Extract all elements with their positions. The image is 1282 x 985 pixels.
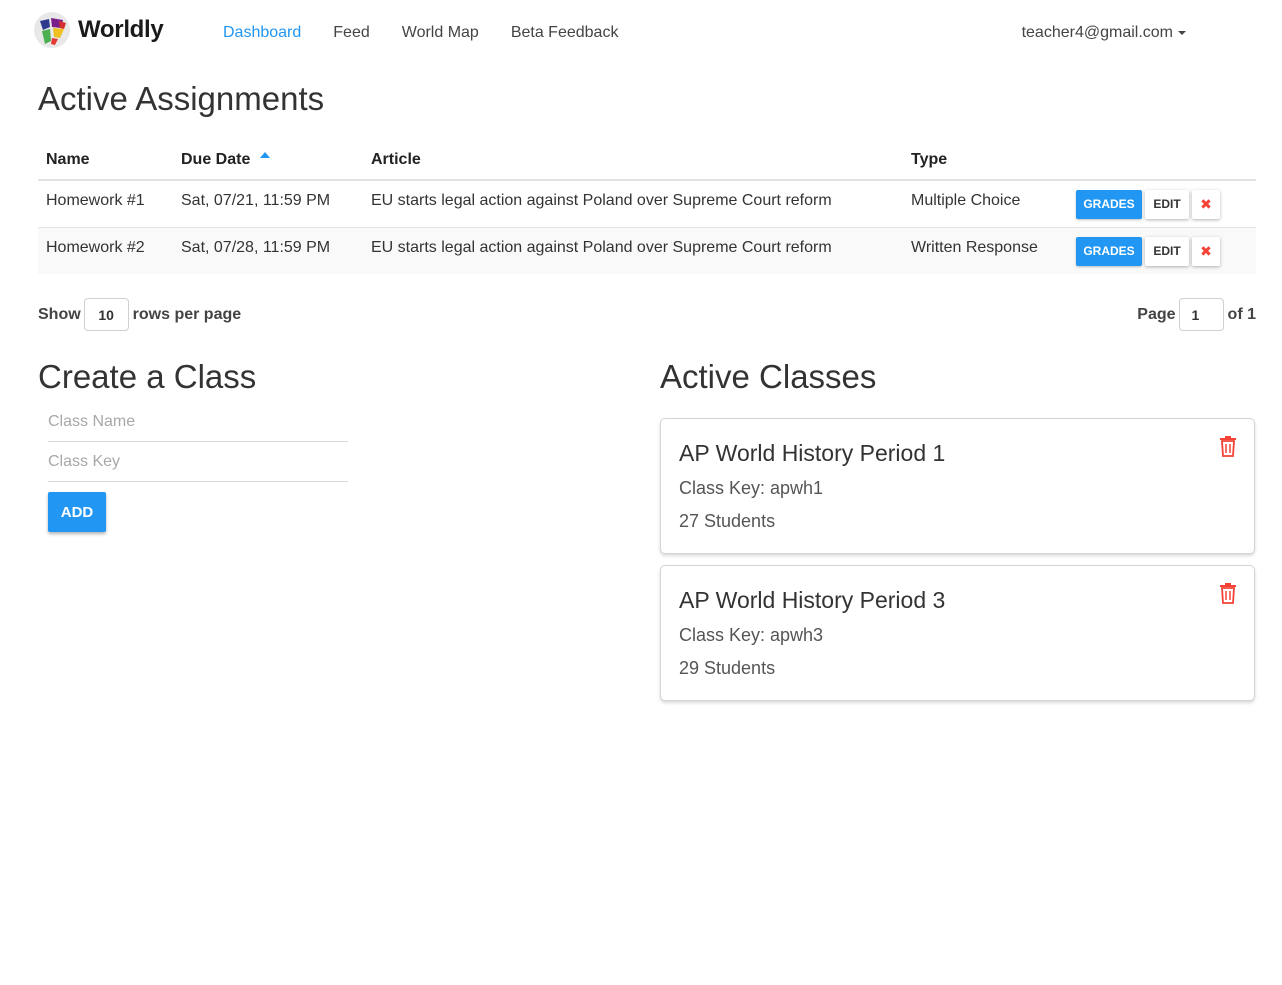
class-key-input[interactable]: Class Key	[48, 445, 348, 482]
table-row: Homework #2 Sat, 07/28, 11:59 PM EU star…	[38, 227, 1256, 274]
row-actions: GRADES EDIT ✖	[1068, 180, 1256, 228]
assignment-due-date: Sat, 07/21, 11:59 PM	[173, 180, 363, 228]
page-total-label: of 1	[1227, 305, 1256, 323]
user-email: teacher4@gmail.com	[1021, 24, 1173, 41]
nav-link-world-map[interactable]: World Map	[386, 22, 495, 44]
brand-home-link[interactable]: Worldly	[33, 11, 164, 49]
delete-assignment-button[interactable]: ✖	[1192, 236, 1220, 266]
column-header-due-date[interactable]: Due Date	[173, 140, 363, 181]
assignment-name: Homework #2	[38, 227, 173, 274]
user-menu[interactable]: teacher4@gmail.com	[1022, 22, 1186, 44]
assignments-table: Name Due Date Article Type Homework #1 S…	[38, 140, 1256, 274]
trash-icon[interactable]	[1218, 582, 1238, 604]
nav-link-dashboard[interactable]: Dashboard	[207, 22, 317, 44]
class-name: AP World History Period 1	[679, 440, 946, 466]
assignment-due-date: Sat, 07/28, 11:59 PM	[173, 227, 363, 274]
sort-ascending-icon	[260, 151, 271, 158]
column-header-article[interactable]: Article	[363, 140, 903, 181]
page-label: Page	[1137, 305, 1176, 323]
row-actions: GRADES EDIT ✖	[1068, 227, 1256, 274]
class-card[interactable]: AP World History Period 3 Class Key: apw…	[660, 565, 1255, 701]
worldly-logo-icon	[34, 12, 70, 48]
assignment-type: Multiple Choice	[903, 180, 1068, 228]
column-header-type[interactable]: Type	[903, 140, 1068, 181]
show-label: Show	[38, 305, 81, 323]
edit-button[interactable]: EDIT	[1145, 190, 1189, 219]
rows-per-page-input[interactable]: 10	[83, 298, 129, 331]
class-name: AP World History Period 3	[679, 587, 946, 613]
create-class-form: Class Name Class Key	[48, 405, 348, 485]
class-name-input[interactable]: Class Name	[48, 405, 348, 442]
column-header-name[interactable]: Name	[38, 140, 173, 181]
assignment-article: EU starts legal action against Poland ov…	[363, 180, 903, 228]
class-card[interactable]: AP World History Period 1 Class Key: apw…	[660, 418, 1255, 554]
active-classes-heading: Active Classes	[660, 358, 877, 395]
class-key: Class Key: apwh1	[679, 478, 824, 498]
delete-assignment-button[interactable]: ✖	[1192, 190, 1220, 219]
class-student-count: 29 Students	[679, 658, 776, 678]
nav-link-beta-feedback[interactable]: Beta Feedback	[495, 22, 635, 44]
create-class-heading: Create a Class	[38, 358, 257, 395]
grades-button[interactable]: GRADES	[1076, 190, 1142, 219]
table-row: Homework #1 Sat, 07/21, 11:59 PM EU star…	[38, 180, 1256, 228]
assignment-name: Homework #1	[38, 180, 173, 228]
column-header-actions	[1068, 140, 1256, 181]
class-student-count: 27 Students	[679, 511, 776, 531]
add-class-button[interactable]: ADD	[48, 492, 106, 532]
rows-per-page-label: rows per page	[132, 305, 242, 323]
active-assignments-heading: Active Assignments	[38, 80, 325, 117]
trash-icon[interactable]	[1218, 435, 1238, 457]
edit-button[interactable]: EDIT	[1145, 236, 1189, 266]
brand-name: Worldly	[78, 16, 164, 43]
grades-button[interactable]: GRADES	[1076, 236, 1142, 266]
page-number-input[interactable]: 1	[1178, 298, 1224, 331]
page-control: Page 1 of 1	[1137, 298, 1256, 331]
navbar: Worldly Dashboard Feed World Map Beta Fe…	[0, 0, 1282, 66]
assignment-type: Written Response	[903, 227, 1068, 274]
assignment-article: EU starts legal action against Poland ov…	[363, 227, 903, 274]
caret-down-icon	[1178, 31, 1186, 35]
class-key: Class Key: apwh3	[679, 625, 824, 645]
nav-link-feed[interactable]: Feed	[317, 22, 385, 44]
rows-per-page-control: Show 10 rows per page	[38, 298, 241, 331]
nav-links: Dashboard Feed World Map Beta Feedback	[207, 22, 634, 44]
